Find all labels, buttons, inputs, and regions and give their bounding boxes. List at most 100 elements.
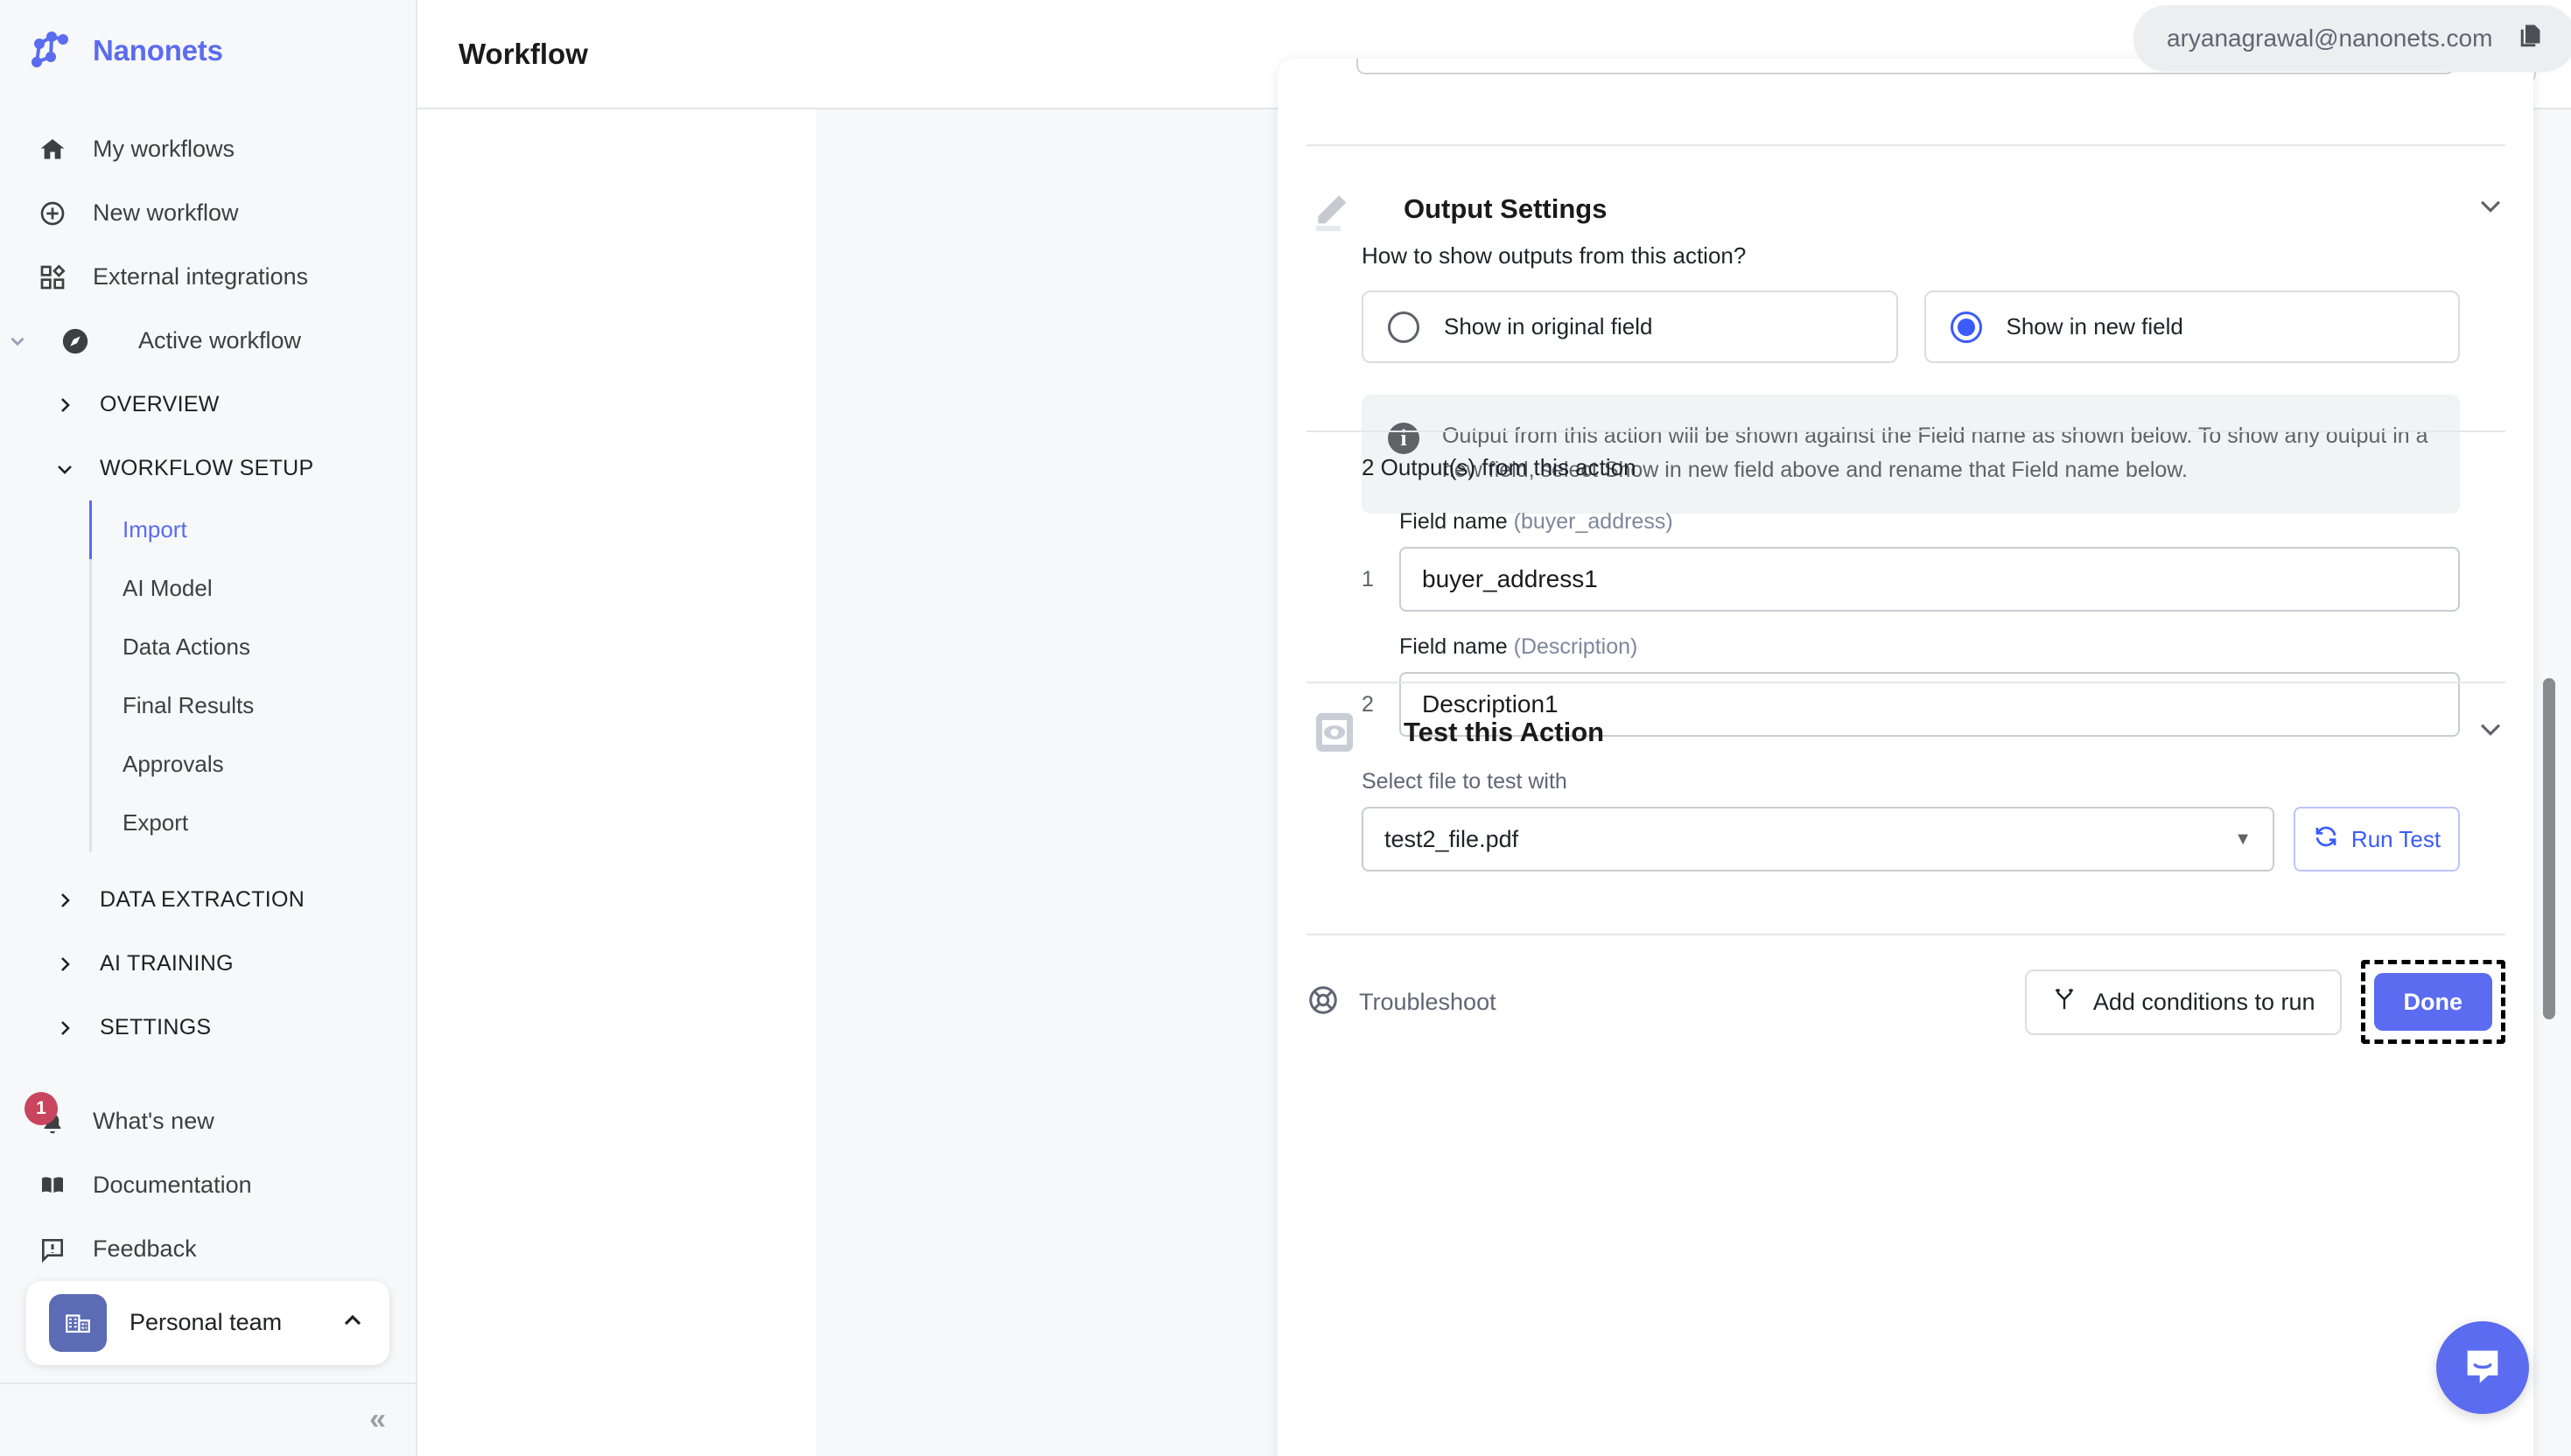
chevron-down-icon[interactable] — [0, 330, 35, 353]
chevron-right-icon — [53, 954, 77, 975]
home-icon — [35, 132, 70, 167]
radio-show-in-original-field[interactable]: Show in original field — [1362, 290, 1898, 363]
sidebar-section-overview[interactable]: OVERVIEW — [0, 373, 416, 437]
divider — [1307, 430, 2505, 432]
sidebar-section-data-extraction[interactable]: DATA EXTRACTION — [0, 868, 416, 932]
sidebar-item-my-workflows[interactable]: My workflows — [0, 117, 416, 181]
sidebar-item-final-results[interactable]: Final Results — [89, 676, 416, 735]
field-index: 1 — [1362, 566, 1374, 592]
radio-label: Show in original field — [1444, 313, 1653, 340]
grid-shapes-icon — [35, 260, 70, 295]
select-file-label: Select file to test with — [1362, 769, 1567, 794]
done-button-highlight: Done — [2360, 960, 2505, 1044]
test-action-body: Select file to test with test2_file.pdf … — [1362, 769, 2460, 872]
intercom-chat-launcher[interactable] — [2436, 1321, 2529, 1414]
sidebar-item-documentation[interactable]: Documentation — [0, 1153, 416, 1217]
divider — [1307, 934, 2505, 935]
chevron-down-icon: ▼ — [2234, 829, 2252, 849]
brand[interactable]: Nanonets — [0, 0, 416, 102]
team-switcher[interactable]: Personal team — [26, 1281, 389, 1365]
divider — [1307, 682, 2505, 683]
sidebar-item-label: What's new — [93, 1108, 214, 1134]
sidebar-item-external-integrations[interactable]: External integrations — [0, 245, 416, 309]
radio-indicator-selected — [1950, 311, 1982, 343]
sidebar-item-data-actions[interactable]: Data Actions — [89, 618, 416, 676]
chevron-down-icon[interactable] — [2476, 714, 2505, 752]
book-icon — [35, 1168, 70, 1203]
email-tooltip-text: aryanagrawal@nanonets.com — [2167, 24, 2493, 52]
test-action-header[interactable]: Test this Action — [1307, 704, 2505, 760]
divider — [1307, 144, 2505, 146]
field-source-text: (buyer_address) — [1513, 509, 1673, 534]
sidebar: Nanonets My workflows New workflow Exter… — [0, 0, 417, 1456]
left-gutter — [417, 109, 816, 1456]
action-settings-card: Output Settings How to show outputs from… — [1278, 59, 2533, 1456]
primary-nav: My workflows New workflow External integ… — [0, 117, 416, 1281]
output-field-1: Field name (buyer_address) 1 buyer_addre… — [1362, 509, 2460, 612]
sidebar-item-label: My workflows — [93, 136, 235, 162]
page-title: Workflow — [459, 37, 588, 70]
sidebar-item-active-workflow[interactable]: Active workflow — [0, 309, 416, 373]
sidebar-subitem-label: Final Results — [123, 692, 255, 718]
sidebar-item-new-workflow[interactable]: New workflow — [0, 181, 416, 245]
chevron-right-icon — [53, 890, 77, 911]
sidebar-item-approvals[interactable]: Approvals — [89, 735, 416, 794]
radio-label: Show in new field — [2006, 313, 2183, 340]
building-icon — [49, 1293, 107, 1352]
sidebar-item-label: Feedback — [93, 1236, 197, 1262]
sidebar-subitem-label: Export — [123, 809, 189, 836]
sidebar-item-import[interactable]: Import — [89, 500, 416, 559]
sidebar-section-ai-training[interactable]: AI TRAINING — [0, 932, 416, 996]
run-test-button[interactable]: Run Test — [2294, 807, 2460, 872]
email-tooltip: aryanagrawal@nanonets.com — [2133, 5, 2571, 72]
selected-file-name: test2_file.pdf — [1384, 825, 1519, 852]
sidebar-item-ai-model[interactable]: AI Model — [89, 559, 416, 618]
done-button[interactable]: Done — [2373, 973, 2492, 1031]
output-mode-radio-group: Show in original field Show in new field — [1362, 290, 2460, 363]
radio-indicator — [1388, 311, 1419, 343]
field-name-input-1[interactable]: buyer_address1 — [1399, 547, 2460, 612]
chevron-right-icon — [53, 1018, 77, 1039]
chevron-down-icon[interactable] — [2476, 191, 2505, 228]
chevrons-left-icon[interactable]: « — [369, 1403, 386, 1437]
output-question-label: How to show outputs from this action? — [1362, 242, 1747, 269]
sidebar-item-feedback[interactable]: Feedback — [0, 1217, 416, 1281]
vertical-scrollbar[interactable] — [2543, 678, 2555, 1019]
chevron-up-icon[interactable] — [339, 1306, 367, 1339]
add-conditions-button[interactable]: Add conditions to run — [2024, 969, 2342, 1035]
sidebar-section-label: SETTINGS — [100, 1015, 212, 1040]
refresh-icon — [2313, 823, 2339, 856]
test-file-select[interactable]: test2_file.pdf ▼ — [1362, 807, 2274, 872]
sidebar-section-settings[interactable]: SETTINGS — [0, 996, 416, 1060]
copy-icon[interactable] — [2515, 21, 2546, 57]
plus-circle-icon — [35, 196, 70, 231]
sidebar-section-label: AI TRAINING — [100, 951, 234, 976]
output-settings-header[interactable]: Output Settings — [1307, 181, 2505, 237]
brand-name: Nanonets — [93, 34, 223, 66]
section-title: Test this Action — [1404, 717, 1605, 747]
sidebar-item-label: Documentation — [93, 1172, 252, 1198]
table-row: 1 buyer_address1 — [1362, 547, 2460, 612]
sidebar-item-whats-new[interactable]: 1 What's new — [0, 1089, 416, 1153]
nanonets-logo-icon — [30, 29, 74, 73]
sidebar-section-workflow-setup[interactable]: WORKFLOW SETUP — [0, 437, 416, 500]
sidebar-item-label: Active workflow — [138, 327, 302, 354]
field-label-text: Field name — [1399, 509, 1508, 534]
add-conditions-label: Add conditions to run — [2092, 988, 2315, 1015]
chat-bubble-icon — [2460, 1343, 2505, 1393]
chevron-right-icon — [53, 395, 77, 416]
compass-icon — [58, 324, 93, 359]
workflow-canvas: Output Settings How to show outputs from… — [816, 59, 2571, 1456]
branch-icon — [2051, 986, 2077, 1018]
lifebuoy-icon — [1307, 984, 1340, 1021]
troubleshoot-label: Troubleshoot — [1359, 988, 1496, 1015]
sidebar-subitem-label: AI Model — [123, 575, 213, 601]
sidebar-section-label: OVERVIEW — [100, 392, 220, 416]
sidebar-item-export[interactable]: Export — [89, 794, 416, 852]
secondary-nav: 1 What's new Documentation Feedback — [0, 1089, 416, 1281]
sidebar-subitem-label: Approvals — [123, 751, 224, 777]
footer-actions: Add conditions to run Done — [2024, 960, 2505, 1044]
troubleshoot-link[interactable]: Troubleshoot — [1307, 984, 1496, 1021]
radio-show-in-new-field[interactable]: Show in new field — [1923, 290, 2460, 363]
sidebar-item-label: External integrations — [93, 263, 309, 290]
